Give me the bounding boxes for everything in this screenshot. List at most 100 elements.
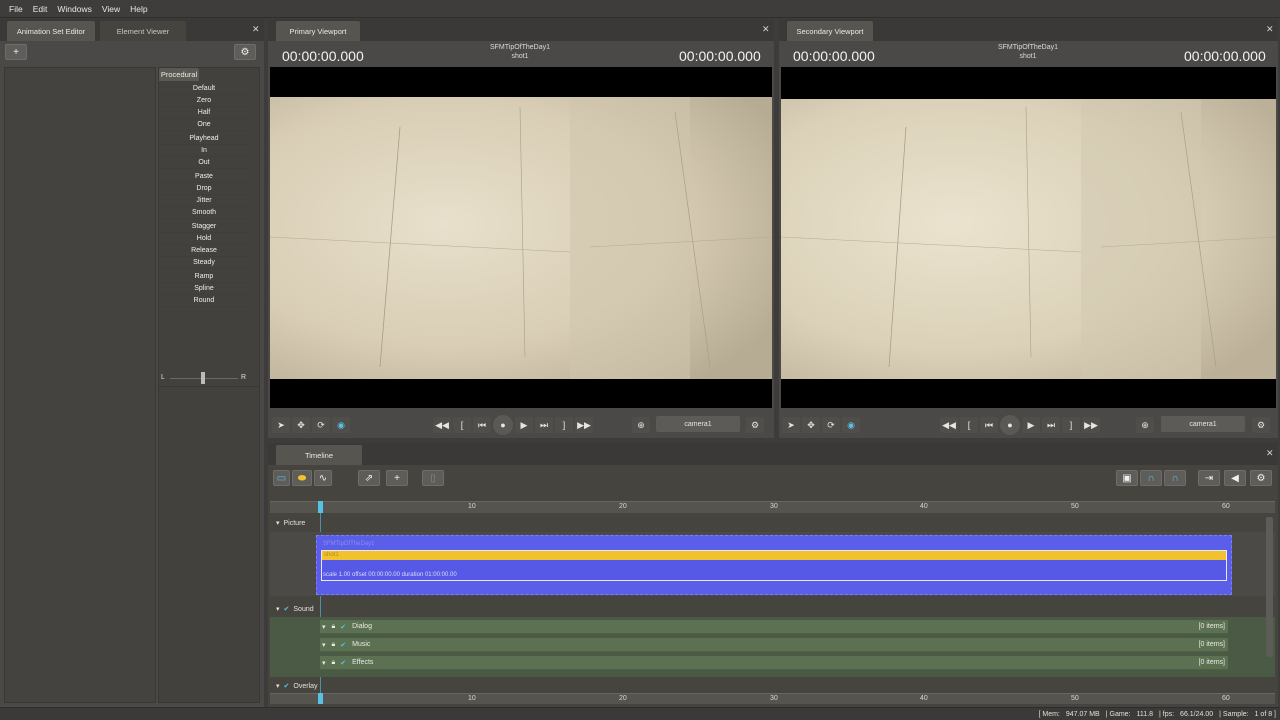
- menu-edit[interactable]: Edit: [28, 4, 53, 14]
- rewind-icon[interactable]: ◀◀: [940, 417, 958, 433]
- proc-drop-button[interactable]: Drop: [158, 183, 250, 195]
- sound-track-header[interactable]: ▾ ✔ Sound: [276, 605, 314, 614]
- primary-viewport-render[interactable]: [270, 67, 772, 408]
- proc-release-button[interactable]: Release: [158, 245, 250, 257]
- proc-smooth-button[interactable]: Smooth: [158, 207, 250, 219]
- snap-icon[interactable]: ∩: [1164, 470, 1186, 486]
- proc-in-button[interactable]: In: [158, 145, 250, 157]
- sound-subtrack-effects[interactable]: ▾ 🔒︎ ✔ Effects [0 items]: [320, 656, 1228, 670]
- tab-procedural[interactable]: Procedural: [159, 68, 199, 81]
- gear-icon[interactable]: ⚙: [746, 417, 764, 433]
- playhead-marker-bottom[interactable]: [318, 693, 323, 704]
- proc-zero-button[interactable]: Zero: [158, 95, 250, 107]
- mark-out-icon[interactable]: ]: [555, 417, 573, 433]
- animation-set-list[interactable]: [4, 67, 156, 703]
- rotate-icon[interactable]: ⟳: [822, 417, 840, 433]
- bookmark-icon[interactable]: ▣: [1116, 470, 1138, 486]
- jump-to-end-icon[interactable]: ⇥: [1198, 470, 1220, 486]
- balance-slider[interactable]: L R: [160, 372, 248, 384]
- picture-track-header[interactable]: ▾ Picture: [276, 519, 305, 528]
- close-icon[interactable]: ✕: [1266, 448, 1274, 459]
- mark-in-icon[interactable]: [: [960, 417, 978, 433]
- shot-clip[interactable]: shot1 scale 1.00 offset 00:00:00.00 dura…: [321, 550, 1227, 581]
- collapse-arrow-icon[interactable]: ▾: [322, 659, 326, 667]
- fast-forward-icon[interactable]: ▶▶: [575, 417, 593, 433]
- gear-icon[interactable]: ⚙: [1252, 417, 1270, 433]
- film-clip[interactable]: SFMTipOfTheDay1 shot1 scale 1.00 offset …: [316, 535, 1232, 595]
- primary-camera-select[interactable]: camera1: [656, 416, 740, 432]
- skip-end-icon[interactable]: ⏭: [535, 417, 553, 433]
- move-icon[interactable]: ✥: [292, 417, 310, 433]
- lock-icon[interactable]: 🔒︎: [332, 641, 336, 649]
- clip-editor-mode-icon[interactable]: ▭: [273, 470, 290, 486]
- proc-ramp-button[interactable]: Ramp: [158, 271, 250, 283]
- magnet-icon[interactable]: ∩: [1140, 470, 1162, 486]
- add-clip-icon[interactable]: ⇗: [358, 470, 380, 486]
- checkmark-icon[interactable]: ✔: [284, 682, 290, 690]
- timeline-scrollbar[interactable]: [1266, 517, 1273, 657]
- proc-default-button[interactable]: Default: [158, 83, 250, 95]
- fast-forward-icon[interactable]: ▶▶: [1082, 417, 1100, 433]
- secondary-camera-select[interactable]: camera1: [1161, 416, 1245, 432]
- proc-round-button[interactable]: Round: [158, 295, 250, 307]
- record-icon[interactable]: ●: [1000, 415, 1020, 435]
- record-icon[interactable]: ●: [493, 415, 513, 435]
- tab-timeline[interactable]: Timeline: [276, 445, 362, 465]
- menu-view[interactable]: View: [97, 4, 125, 14]
- skip-start-icon[interactable]: ⏮: [980, 417, 998, 433]
- lock-icon[interactable]: 🔒︎: [332, 623, 336, 631]
- proc-playhead-button[interactable]: Playhead: [158, 133, 250, 145]
- crosshair-icon[interactable]: ⊕: [1136, 417, 1154, 433]
- skip-start-icon[interactable]: ⏮: [473, 417, 491, 433]
- timeline-ruler-bottom[interactable]: 10 20 30 40 50 60: [270, 693, 1275, 704]
- timeline-ruler-top[interactable]: 10 20 30 40 50 60: [270, 501, 1275, 513]
- collapse-arrow-icon[interactable]: ▾: [276, 682, 280, 690]
- target-icon[interactable]: ◉: [332, 417, 350, 433]
- proc-stagger-button[interactable]: Stagger: [158, 221, 250, 233]
- rotate-icon[interactable]: ⟳: [312, 417, 330, 433]
- target-icon[interactable]: ◉: [842, 417, 860, 433]
- mark-in-icon[interactable]: [: [453, 417, 471, 433]
- close-icon[interactable]: ✕: [762, 24, 770, 35]
- rewind-icon[interactable]: ◀◀: [433, 417, 451, 433]
- motion-editor-mode-icon[interactable]: ⬬: [292, 470, 312, 486]
- proc-steady-button[interactable]: Steady: [158, 257, 250, 269]
- collapse-arrow-icon[interactable]: ▾: [322, 623, 326, 631]
- secondary-viewport-render[interactable]: [781, 67, 1276, 408]
- tab-element-viewer[interactable]: Element Viewer: [100, 21, 186, 41]
- skip-end-icon[interactable]: ⏭: [1042, 417, 1060, 433]
- collapse-arrow-icon[interactable]: ▾: [322, 641, 326, 649]
- proc-out-button[interactable]: Out: [158, 157, 250, 169]
- close-icon[interactable]: ✕: [252, 24, 260, 35]
- proc-paste-button[interactable]: Paste: [158, 171, 250, 183]
- proc-spline-button[interactable]: Spline: [158, 283, 250, 295]
- tab-primary-viewport[interactable]: Primary Viewport: [276, 21, 360, 41]
- checkmark-icon[interactable]: ✔: [284, 605, 290, 613]
- trash-icon[interactable]: ▯: [422, 470, 444, 486]
- sound-subtrack-music[interactable]: ▾ 🔒︎ ✔ Music [0 items]: [320, 638, 1228, 652]
- tab-animation-set-editor[interactable]: Animation Set Editor: [7, 21, 95, 41]
- proc-half-button[interactable]: Half: [158, 107, 250, 119]
- gear-icon[interactable]: ⚙: [234, 44, 256, 60]
- graph-editor-mode-icon[interactable]: ∿: [314, 470, 332, 486]
- proc-hold-button[interactable]: Hold: [158, 233, 250, 245]
- volume-icon[interactable]: ◀: [1224, 470, 1246, 486]
- crosshair-icon[interactable]: ⊕: [632, 417, 650, 433]
- collapse-arrow-icon[interactable]: ▾: [276, 519, 280, 527]
- add-animation-set-button[interactable]: +: [5, 44, 27, 60]
- add-button[interactable]: +: [386, 470, 408, 486]
- play-icon[interactable]: ▶: [515, 417, 533, 433]
- checkmark-icon[interactable]: ✔: [340, 623, 346, 631]
- menu-file[interactable]: File: [4, 4, 28, 14]
- lock-icon[interactable]: 🔒︎: [332, 659, 336, 667]
- menu-help[interactable]: Help: [125, 4, 152, 14]
- close-icon[interactable]: ✕: [1266, 24, 1274, 35]
- proc-one-button[interactable]: One: [158, 119, 250, 131]
- balance-handle[interactable]: [201, 372, 205, 384]
- select-icon[interactable]: ➤: [272, 417, 290, 433]
- overlay-track-header[interactable]: ▾ ✔ Overlay: [276, 682, 318, 691]
- select-icon[interactable]: ➤: [782, 417, 800, 433]
- playhead-marker[interactable]: [318, 501, 323, 513]
- checkmark-icon[interactable]: ✔: [340, 659, 346, 667]
- tab-secondary-viewport[interactable]: Secondary Viewport: [787, 21, 873, 41]
